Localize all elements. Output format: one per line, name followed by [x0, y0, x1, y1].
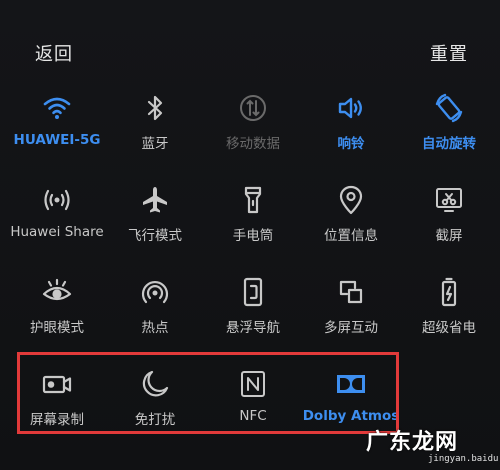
- location-icon: [335, 184, 367, 216]
- toggle-huawei-share[interactable]: Huawei Share: [7, 178, 107, 258]
- toggle-hotspot[interactable]: 热点: [105, 270, 205, 350]
- dolby-icon: [335, 368, 367, 400]
- toggle-label: 响铃: [337, 136, 365, 152]
- wifi-icon: [41, 92, 73, 124]
- watermark: 广东龙网 jingyan.baidu.com: [348, 424, 500, 468]
- toggle-label: 热点: [141, 320, 169, 336]
- toggle-label: 飞行模式: [128, 228, 182, 244]
- mobile-data-icon: [237, 92, 269, 124]
- toggle-screen-record[interactable]: 屏幕录制: [7, 362, 107, 442]
- airplane-icon: [139, 184, 171, 216]
- bluetooth-icon: [139, 92, 171, 124]
- toggle-row: HUAWEI-5G 蓝牙 移动数据 响铃 自动旋转: [0, 86, 500, 178]
- toggle-label: 位置信息: [324, 228, 378, 244]
- toggle-label: 移动数据: [226, 136, 280, 152]
- toggle-row: 护眼模式 热点 悬浮导航 多屏互动 超级省电: [0, 270, 500, 362]
- hotspot-icon: [139, 276, 171, 308]
- toggle-label: 自动旋转: [422, 136, 476, 152]
- toggle-bluetooth[interactable]: 蓝牙: [105, 86, 205, 166]
- toggle-label: Dolby Atmos: [302, 408, 400, 424]
- toggle-battery-saver[interactable]: 超级省电: [399, 270, 499, 350]
- watermark-url: jingyan.baidu.com: [428, 454, 500, 464]
- toggle-row: Huawei Share 飞行模式 手电筒 位置信息 截屏: [0, 178, 500, 270]
- toggle-label: 屏幕录制: [30, 412, 84, 428]
- huawei-share-icon: [41, 184, 73, 216]
- auto-rotate-icon: [433, 92, 465, 124]
- toggle-label: 护眼模式: [30, 320, 84, 336]
- toggle-label: 超级省电: [422, 320, 476, 336]
- toggle-location[interactable]: 位置信息: [301, 178, 401, 258]
- toggle-ring[interactable]: 响铃: [301, 86, 401, 166]
- battery-saver-icon: [433, 276, 465, 308]
- toggle-multi-screen[interactable]: 多屏互动: [301, 270, 401, 350]
- toggle-label: 截屏: [435, 228, 463, 244]
- toggle-label: 多屏互动: [324, 320, 378, 336]
- multi-screen-icon: [335, 276, 367, 308]
- flashlight-icon: [237, 184, 269, 216]
- ring-icon: [335, 92, 367, 124]
- toggle-screenshot[interactable]: 截屏: [399, 178, 499, 258]
- toggle-mobile-data[interactable]: 移动数据: [203, 86, 303, 166]
- toggle-airplane[interactable]: 飞行模式: [105, 178, 205, 258]
- quick-settings-editor: 返回 重置 HUAWEI-5G 蓝牙 移动数据 响铃 自动旋转 Huawei S…: [0, 0, 500, 470]
- do-not-disturb-icon: [139, 368, 171, 400]
- toggle-label: HUAWEI-5G: [13, 132, 101, 148]
- back-button[interactable]: 返回: [35, 40, 73, 66]
- toggle-do-not-disturb[interactable]: 免打扰: [105, 362, 205, 442]
- nfc-icon: [237, 368, 269, 400]
- screen-record-icon: [41, 368, 73, 400]
- toggle-nfc[interactable]: NFC: [203, 362, 303, 442]
- eye-comfort-icon: [41, 276, 73, 308]
- top-bar: 返回 重置: [0, 0, 500, 90]
- toggle-label: 免打扰: [134, 412, 176, 428]
- toggle-wifi[interactable]: HUAWEI-5G: [7, 86, 107, 166]
- toggle-label: NFC: [239, 408, 267, 424]
- watermark-title: 广东龙网: [366, 430, 459, 455]
- toggle-eye-comfort[interactable]: 护眼模式: [7, 270, 107, 350]
- toggle-label: 手电筒: [232, 228, 274, 244]
- floating-nav-icon: [237, 276, 269, 308]
- toggle-auto-rotate[interactable]: 自动旋转: [399, 86, 499, 166]
- toggle-flashlight[interactable]: 手电筒: [203, 178, 303, 258]
- toggle-label: 蓝牙: [141, 136, 169, 152]
- reset-button[interactable]: 重置: [430, 40, 468, 66]
- toggle-label: 悬浮导航: [226, 320, 280, 336]
- toggle-label: Huawei Share: [10, 224, 104, 240]
- toggle-floating-nav[interactable]: 悬浮导航: [203, 270, 303, 350]
- toggle-grid: HUAWEI-5G 蓝牙 移动数据 响铃 自动旋转 Huawei Share 飞…: [0, 86, 500, 454]
- screenshot-icon: [433, 184, 465, 216]
